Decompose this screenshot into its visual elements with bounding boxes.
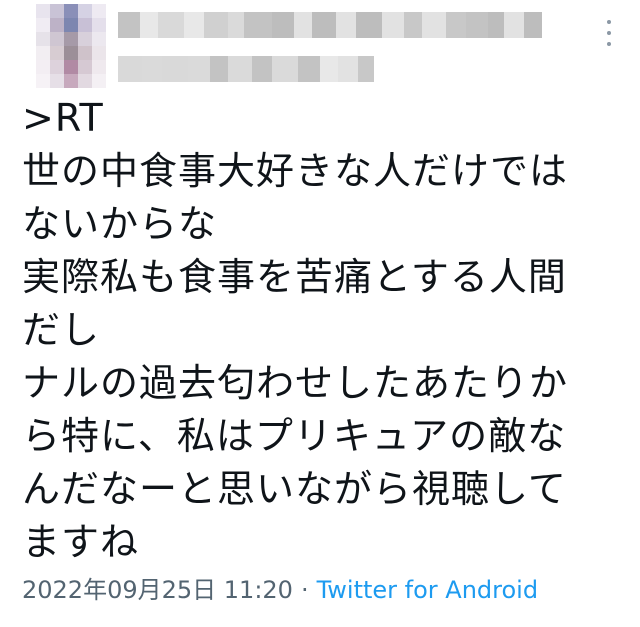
avatar[interactable] (36, 4, 106, 88)
redaction-block (338, 56, 358, 82)
redaction-block (488, 12, 504, 38)
avatar-pixel (64, 74, 78, 88)
avatar-pixel (78, 32, 92, 46)
avatar-pixel (92, 60, 106, 74)
tweet-text-line: ら特に、私はプリキュアの敵な (22, 414, 567, 458)
avatar-pixel (36, 18, 50, 32)
redaction-block (504, 12, 524, 38)
tweet-meta: 2022年09月25日 11:20 · Twitter for Android (22, 574, 538, 606)
more-dot (607, 42, 611, 46)
redaction-block (228, 12, 244, 38)
redaction-block (320, 56, 338, 82)
avatar-pixel (50, 46, 64, 60)
redaction-block (336, 12, 356, 38)
redaction-block (272, 56, 298, 82)
avatar-pixel (36, 32, 50, 46)
avatar-pixel (92, 18, 106, 32)
meta-separator: · (300, 576, 309, 604)
tweet-text-line: 世の中食事大好きな人だけでは (22, 149, 569, 193)
avatar-pixel (78, 60, 92, 74)
avatar-pixel (78, 46, 92, 60)
redaction-block (188, 56, 210, 82)
avatar-pixel (92, 4, 106, 18)
tweet-text-line: だし (22, 308, 101, 352)
more-dot (607, 31, 611, 35)
username-redacted[interactable] (118, 56, 374, 82)
avatar-pixel (92, 74, 106, 88)
avatar-pixel (78, 4, 92, 18)
more-vertical-icon[interactable] (602, 18, 616, 48)
avatar-pixel (78, 18, 92, 32)
redaction-block (184, 12, 204, 38)
avatar-pixel (50, 60, 64, 74)
redaction-block (228, 56, 252, 82)
avatar-pixel (50, 18, 64, 32)
redaction-block (446, 12, 466, 38)
source-link[interactable]: Twitter for Android (317, 576, 538, 604)
tweet-text-line: ますね (22, 520, 140, 564)
tweet-text: >RT 世の中食事大好きな人だけでは ないからな 実際私も食事を苦痛とする人間 … (22, 92, 622, 569)
tweet-text-line: 実際私も食事を苦痛とする人間 (22, 255, 567, 299)
timestamp[interactable]: 2022年09月25日 11:20 (22, 576, 293, 604)
redaction-block (118, 56, 142, 82)
avatar-pixel (50, 74, 64, 88)
redaction-block (158, 12, 184, 38)
redaction-block (140, 12, 158, 38)
avatar-pixel (64, 60, 78, 74)
avatar-pixel (92, 32, 106, 46)
redaction-block (210, 56, 228, 82)
redaction-block (162, 56, 188, 82)
avatar-pixel (64, 18, 78, 32)
tweet-text-line: ナルの過去匂わせしたあたりか (22, 361, 569, 405)
avatar-pixel (36, 46, 50, 60)
redaction-block (466, 12, 488, 38)
redaction-block (142, 56, 162, 82)
redaction-block (524, 12, 542, 38)
avatar-pixel (64, 4, 78, 18)
avatar-pixel (64, 46, 78, 60)
redaction-block (244, 12, 272, 38)
avatar-pixel (50, 32, 64, 46)
tweet-text-line: んだなーと思いながら視聴して (22, 467, 567, 511)
avatar-pixel (36, 60, 50, 74)
redaction-block (356, 12, 382, 38)
avatar-pixel (36, 74, 50, 88)
redaction-block (294, 12, 312, 38)
tweet-text-line: >RT (22, 96, 104, 140)
redaction-block (252, 56, 272, 82)
redaction-block (358, 56, 374, 82)
display-name-redacted[interactable] (118, 12, 542, 38)
tweet-card: >RT 世の中食事大好きな人だけでは ないからな 実際私も食事を苦痛とする人間 … (0, 0, 640, 627)
more-dot (607, 20, 611, 24)
redaction-block (298, 56, 320, 82)
avatar-pixel (36, 4, 50, 18)
tweet-text-line: ないからな (22, 202, 218, 246)
redaction-block (118, 12, 140, 38)
avatar-pixel (50, 4, 64, 18)
redaction-block (422, 12, 446, 38)
redaction-block (204, 12, 228, 38)
redaction-block (312, 12, 336, 38)
avatar-pixel (78, 74, 92, 88)
redaction-block (272, 12, 294, 38)
redaction-block (382, 12, 404, 38)
avatar-pixel (92, 46, 106, 60)
avatar-pixel (64, 32, 78, 46)
redaction-block (404, 12, 422, 38)
